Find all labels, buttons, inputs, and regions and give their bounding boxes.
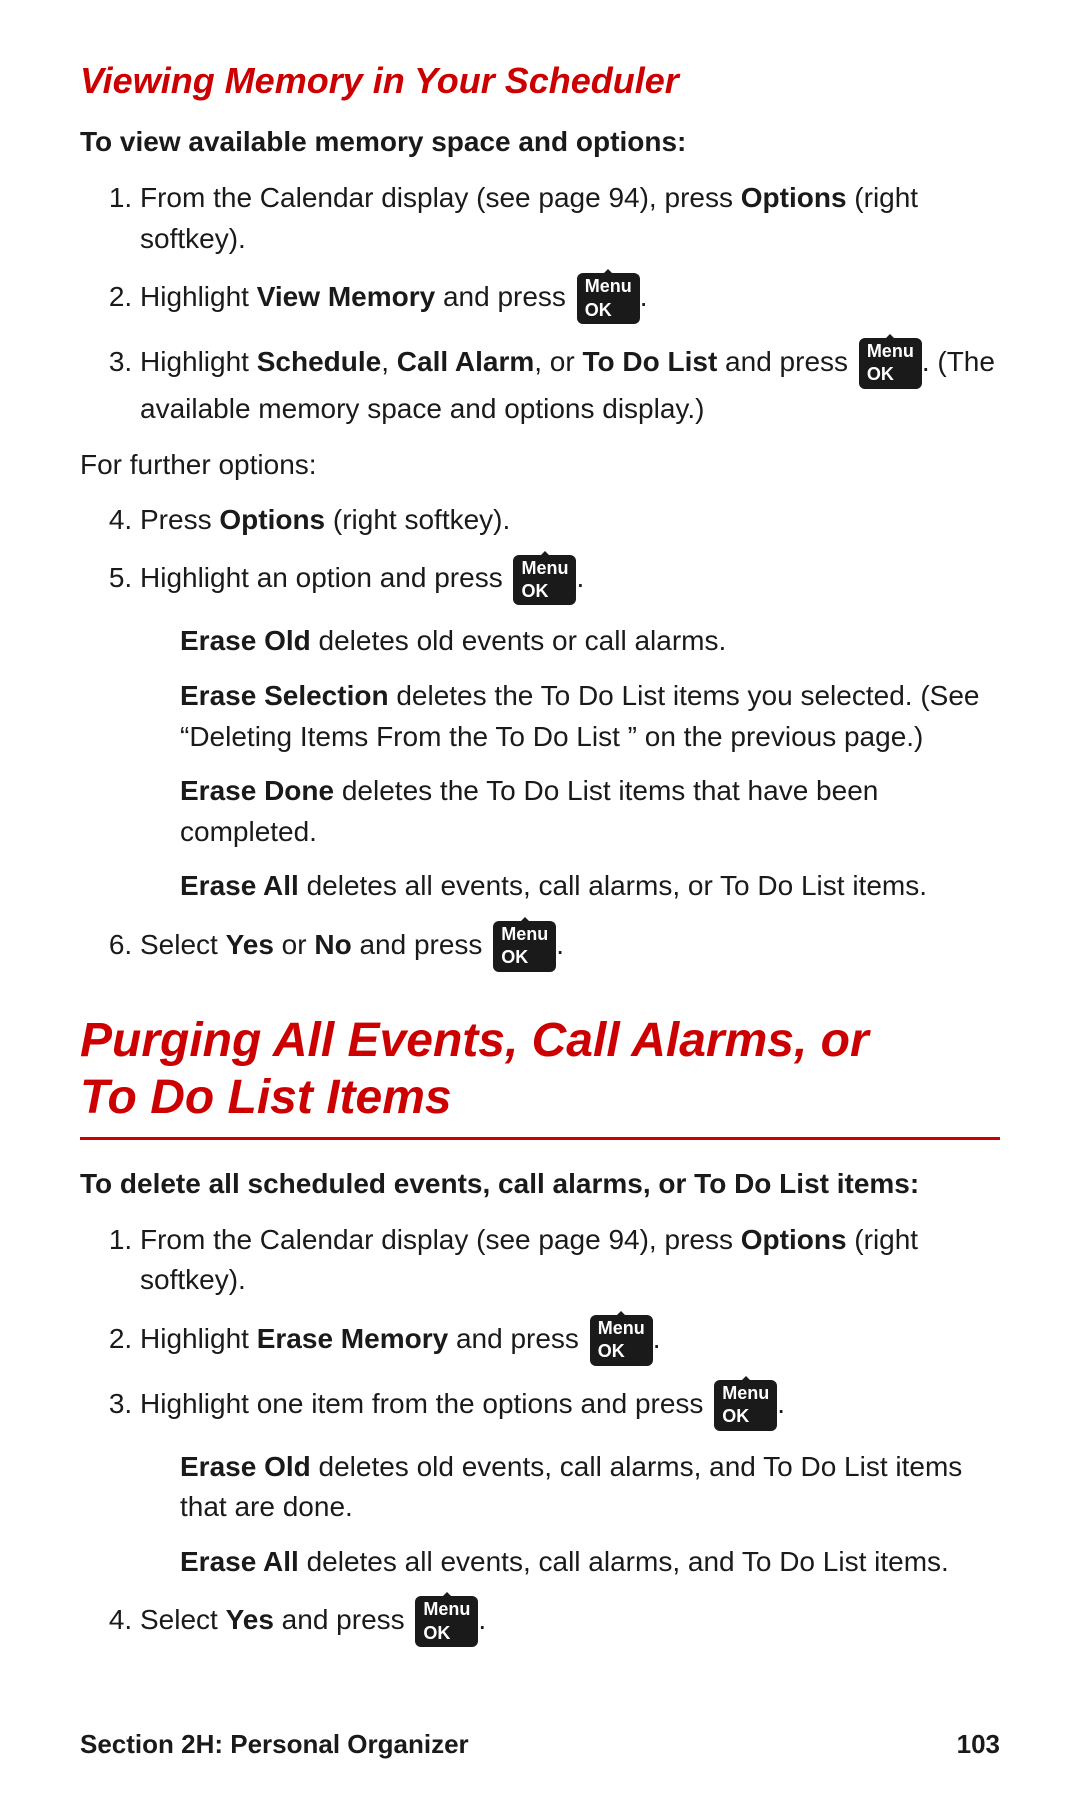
section2-title: Purging All Events, Call Alarms, or To D… — [80, 1012, 1000, 1127]
s2-step-1: From the Calendar display (see page 94),… — [140, 1220, 1000, 1301]
step-2: Highlight View Memory and press MenuOK. — [140, 273, 1000, 324]
s2-step-4: Select Yes and press MenuOK. — [140, 1596, 1000, 1647]
step5-text: Highlight an option and press MenuOK. — [140, 562, 584, 593]
menu-ok-icon-4: MenuOK — [493, 921, 556, 972]
section1-options: Erase Old deletes old events or call ala… — [180, 621, 1000, 907]
section2-options: Erase Old deletes old events, call alarm… — [180, 1447, 1000, 1583]
option-erase-old-label: Erase Old — [180, 625, 311, 656]
page-number: 103 — [957, 1729, 1000, 1760]
section1-subheading: To view available memory space and optio… — [80, 126, 1000, 158]
step2-bold: View Memory — [257, 281, 435, 312]
step3-bold3: To Do List — [582, 346, 717, 377]
s2-step4-bold: Yes — [226, 1604, 274, 1635]
step3-bold1: Schedule — [257, 346, 381, 377]
option-erase-selection: Erase Selection deletes the To Do List i… — [180, 676, 1000, 757]
s2-option-erase-old: Erase Old deletes old events, call alarm… — [180, 1447, 1000, 1528]
section2-step4-list: Select Yes and press MenuOK. — [140, 1596, 1000, 1647]
step6-bold2: No — [314, 929, 351, 960]
menu-ok-icon-6: MenuOK — [714, 1380, 777, 1431]
option-erase-done: Erase Done deletes the To Do List items … — [180, 771, 1000, 852]
s2-step-2: Highlight Erase Memory and press MenuOK. — [140, 1315, 1000, 1366]
s2-step2-bold: Erase Memory — [257, 1323, 448, 1354]
s2-step2-text: Highlight Erase Memory and press MenuOK. — [140, 1323, 660, 1354]
step1-text: From the Calendar display (see page 94),… — [140, 182, 918, 254]
section2-steps: From the Calendar display (see page 94),… — [140, 1220, 1000, 1431]
step3-text: Highlight Schedule, Call Alarm, or To Do… — [140, 346, 995, 424]
section1-steps2: Press Options (right softkey). Highlight… — [140, 500, 1000, 605]
for-further-para: For further options: — [80, 445, 1000, 486]
step-4: Press Options (right softkey). — [140, 500, 1000, 541]
s2-step-3: Highlight one item from the options and … — [140, 1380, 1000, 1431]
menu-ok-icon-3: MenuOK — [513, 555, 576, 606]
option-erase-done-label: Erase Done — [180, 775, 334, 806]
s2-option-erase-all: Erase All deletes all events, call alarm… — [180, 1542, 1000, 1583]
step4-bold: Options — [219, 504, 325, 535]
step6-text: Select Yes or No and press MenuOK. — [140, 929, 564, 960]
section1-step6-list: Select Yes or No and press MenuOK. — [140, 921, 1000, 972]
page-content: Viewing Memory in Your Scheduler To view… — [0, 0, 1080, 1763]
option-erase-all: Erase All deletes all events, call alarm… — [180, 866, 1000, 907]
section1-title: Viewing Memory in Your Scheduler — [80, 60, 1000, 102]
section1-steps: From the Calendar display (see page 94),… — [140, 178, 1000, 429]
option-erase-selection-label: Erase Selection — [180, 680, 389, 711]
menu-ok-icon-2: MenuOK — [859, 338, 922, 389]
step4-text: Press Options (right softkey). — [140, 504, 510, 535]
step2-text: Highlight View Memory and press MenuOK. — [140, 281, 648, 312]
section-label: Section 2H: Personal Organizer — [80, 1729, 469, 1760]
step-5: Highlight an option and press MenuOK. — [140, 555, 1000, 606]
s2-step4-text: Select Yes and press MenuOK. — [140, 1604, 486, 1635]
step-3: Highlight Schedule, Call Alarm, or To Do… — [140, 338, 1000, 429]
step6-bold1: Yes — [226, 929, 274, 960]
s2-step1-text: From the Calendar display (see page 94),… — [140, 1224, 918, 1296]
s2-step1-bold: Options — [741, 1224, 847, 1255]
s2-option-erase-old-label: Erase Old — [180, 1451, 311, 1482]
step1-bold: Options — [741, 182, 847, 213]
menu-ok-icon-1: MenuOK — [577, 273, 640, 324]
option-erase-old: Erase Old deletes old events or call ala… — [180, 621, 1000, 662]
step-6: Select Yes or No and press MenuOK. — [140, 921, 1000, 972]
section2-subheading: To delete all scheduled events, call ala… — [80, 1168, 1000, 1200]
page-footer: Section 2H: Personal Organizer 103 — [80, 1729, 1000, 1760]
s2-option-erase-all-label: Erase All — [180, 1546, 299, 1577]
section2: Purging All Events, Call Alarms, or To D… — [80, 1012, 1000, 1648]
step-1: From the Calendar display (see page 94),… — [140, 178, 1000, 259]
section1: Viewing Memory in Your Scheduler To view… — [80, 60, 1000, 972]
option-erase-all-label: Erase All — [180, 870, 299, 901]
menu-ok-icon-5: MenuOK — [590, 1315, 653, 1366]
menu-ok-icon-7: MenuOK — [415, 1596, 478, 1647]
step3-bold2: Call Alarm — [397, 346, 534, 377]
red-divider — [80, 1137, 1000, 1140]
s2-step3-text: Highlight one item from the options and … — [140, 1388, 785, 1419]
